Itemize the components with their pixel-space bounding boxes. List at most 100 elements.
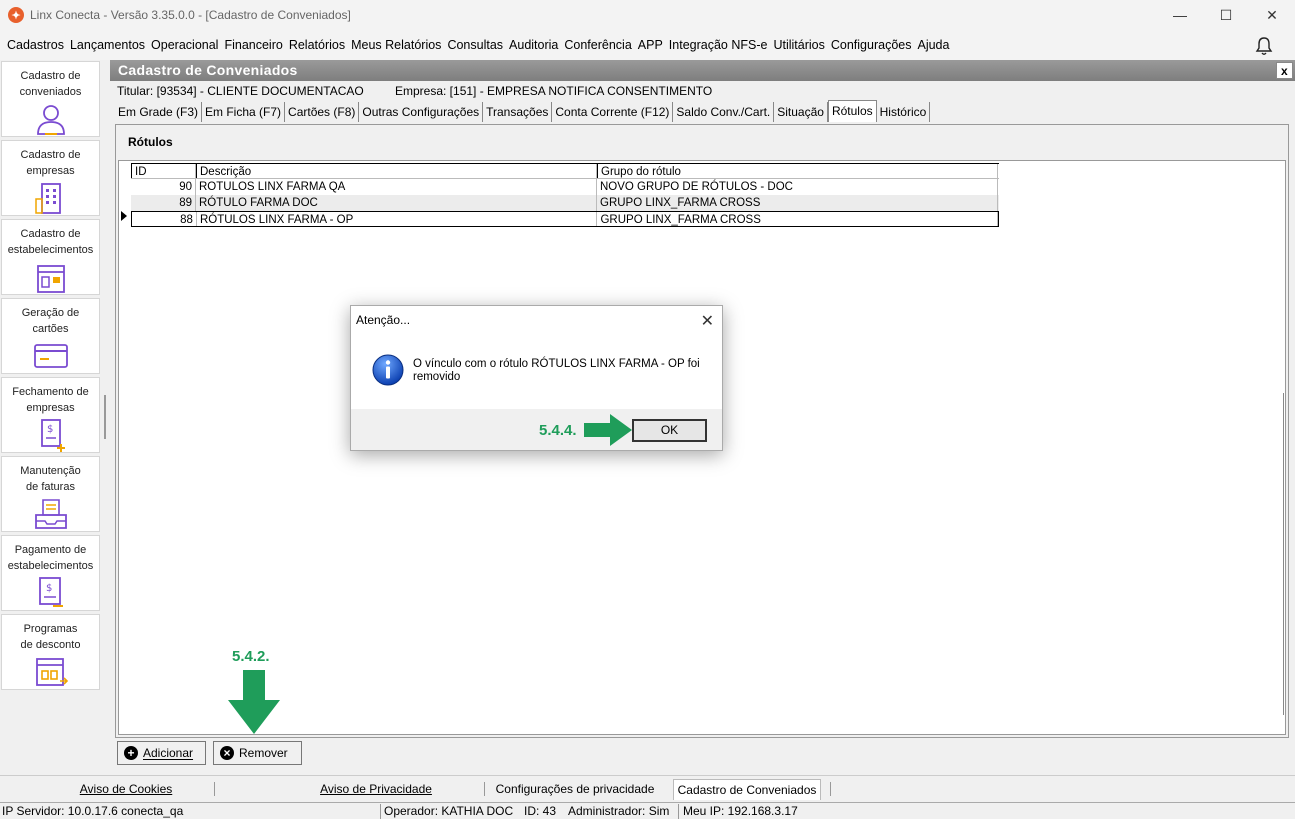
sidebar-splitter[interactable] xyxy=(104,395,106,439)
column-header-id[interactable]: ID xyxy=(131,164,196,178)
footer-tab-configuracoes-privacidade[interactable]: Configurações de privacidade xyxy=(490,779,660,800)
menu-lancamentos[interactable]: Lançamentos xyxy=(67,38,148,52)
menu-cadastros[interactable]: Cadastros xyxy=(4,38,67,52)
sidebar-item-label: estabelecimentos xyxy=(7,560,94,572)
building-icon xyxy=(34,183,61,214)
sidebar-item-cadastro-estabelecimentos[interactable]: Cadastro de estabelecimentos xyxy=(1,219,100,295)
menu-meus-relatorios[interactable]: Meus Relatórios xyxy=(348,38,444,52)
sidebar-item-manutencao-faturas[interactable]: Manutenção de faturas xyxy=(1,456,100,532)
tab-conta-corrente[interactable]: Conta Corrente (F12) xyxy=(552,102,674,122)
ok-button[interactable]: OK xyxy=(632,419,707,442)
tab-situacao[interactable]: Situação xyxy=(774,102,828,122)
discount-icon xyxy=(35,658,68,686)
sidebar-item-cadastro-empresas[interactable]: Cadastro de empresas xyxy=(1,140,100,216)
step-ok-annotation: 5.4.4. xyxy=(539,422,577,439)
footer-tab-cadastro-conveniados[interactable]: Cadastro de Conveniados xyxy=(673,779,821,800)
menu-integracao-nfse[interactable]: Integração NFS-e xyxy=(666,38,771,52)
window-title: Linx Conecta - Versão 3.35.0.0 - [Cadast… xyxy=(30,8,351,22)
menu-operacional[interactable]: Operacional xyxy=(148,38,221,52)
sidebar-item-label: Pagamento de xyxy=(14,544,87,556)
sidebar-item-fechamento-empresas[interactable]: Fechamento de empresas $ xyxy=(1,377,100,453)
form-title: Cadastro de Conveniados xyxy=(118,62,298,78)
close-window-button[interactable]: ✕ xyxy=(1249,0,1295,30)
app-logo-icon: ✦ xyxy=(8,7,24,23)
svg-text:$: $ xyxy=(46,583,52,594)
tab-outras-configuracoes[interactable]: Outras Configurações xyxy=(359,102,484,122)
sidebar-item-label: de faturas xyxy=(26,481,75,493)
plus-icon: + xyxy=(124,746,138,760)
footer-separator xyxy=(830,782,831,796)
footer-link-privacidade[interactable]: Aviso de Privacidade xyxy=(292,779,460,800)
sidebar-item-label: empresas xyxy=(26,165,75,177)
menu-financeiro[interactable]: Financeiro xyxy=(221,38,285,52)
status-separator xyxy=(678,804,679,819)
status-bar: IP Servidor: 10.0.17.6 conecta_qa Operad… xyxy=(0,802,1295,819)
sidebar-item-label: Cadastro de xyxy=(20,70,81,82)
menu-app[interactable]: APP xyxy=(635,38,666,52)
sidebar-item-pagamento-estabelecimentos[interactable]: Pagamento de estabelecimentos $ xyxy=(1,535,100,611)
bell-icon[interactable] xyxy=(1255,36,1273,56)
cell-grupo: GRUPO LINX_FARMA CROSS xyxy=(597,195,998,211)
user-icon xyxy=(36,105,65,135)
panel-title: Rótulos xyxy=(128,135,173,149)
tray-icon xyxy=(34,499,67,529)
tab-saldo-conv-cart[interactable]: Saldo Conv./Cart. xyxy=(673,102,775,122)
footer-link-cookies[interactable]: Aviso de Cookies xyxy=(52,779,200,800)
sidebar-item-cadastro-conveniados[interactable]: Cadastro de conveniados xyxy=(1,61,100,137)
tab-rotulos[interactable]: Rótulos xyxy=(827,100,877,122)
tab-historico[interactable]: Histórico xyxy=(876,102,931,122)
sidebar-item-label: estabelecimentos xyxy=(7,244,94,256)
cell-descricao: RÓTULO FARMA DOC xyxy=(196,195,597,211)
cell-descricao: ROTULOS LINX FARMA QA xyxy=(196,179,597,195)
tab-em-grade[interactable]: Em Grade (F3) xyxy=(115,102,203,122)
status-server: IP Servidor: 10.0.17.6 conecta_qa xyxy=(2,804,184,818)
sidebar-item-programas-desconto[interactable]: Programas de desconto xyxy=(1,614,100,690)
sidebar-item-label: Manutenção xyxy=(20,465,81,477)
sidebar-item-label: conveniados xyxy=(19,86,82,98)
tab-transacoes[interactable]: Transações xyxy=(483,102,553,122)
arrow-right-icon xyxy=(584,414,632,446)
footer-separator xyxy=(214,782,215,796)
status-id: ID: 43 xyxy=(524,804,557,818)
form-close-button[interactable]: x xyxy=(1276,62,1293,79)
cell-id: 90 xyxy=(131,179,196,195)
menu-consultas[interactable]: Consultas xyxy=(444,38,506,52)
remove-button-label: Remover xyxy=(239,746,288,760)
titular-info: Titular: [93534] - CLIENTE DOCUMENTACAO xyxy=(117,84,364,98)
table-row[interactable]: 89 RÓTULO FARMA DOC GRUPO LINX_FARMA CRO… xyxy=(131,195,999,211)
card-icon xyxy=(33,344,68,368)
dialog-close-button[interactable]: ✕ xyxy=(701,311,714,331)
sidebar: Cadastro de conveniados Cadastro de empr… xyxy=(0,60,103,772)
sidebar-item-label: Geração de xyxy=(21,307,80,319)
empresa-info: Empresa: [151] - EMPRESA NOTIFICA CONSEN… xyxy=(395,84,713,98)
minimize-button[interactable]: — xyxy=(1157,0,1203,30)
tab-cartoes[interactable]: Cartões (F8) xyxy=(285,102,360,122)
sidebar-item-label: Fechamento de xyxy=(12,386,89,398)
remove-button[interactable]: × Remover xyxy=(213,741,302,765)
add-button-label: Adicionar xyxy=(143,746,194,760)
status-ip: Meu IP: 192.168.3.17 xyxy=(683,804,798,818)
menu-conferencia[interactable]: Conferência xyxy=(561,38,634,52)
menu-bar: Cadastros Lançamentos Operacional Financ… xyxy=(0,30,1295,60)
tab-bar: Em Grade (F3) Em Ficha (F7) Cartões (F8)… xyxy=(115,100,931,122)
table-row-selected[interactable]: 88 RÓTULOS LINX FARMA - OP GRUPO LINX_FA… xyxy=(131,211,999,227)
sidebar-item-label: de desconto xyxy=(20,639,81,651)
column-header-grupo[interactable]: Grupo do rótulo xyxy=(597,164,998,178)
maximize-button[interactable]: ☐ xyxy=(1203,0,1249,30)
footer-tab-bar: Aviso de Cookies Aviso de Privacidade Co… xyxy=(0,775,1295,800)
grid-header-row: ID Descrição Grupo do rótulo xyxy=(131,163,999,179)
menu-auditoria[interactable]: Auditoria xyxy=(506,38,561,52)
store-icon xyxy=(36,265,65,293)
menu-configuracoes[interactable]: Configurações xyxy=(828,38,915,52)
table-row[interactable]: 90 ROTULOS LINX FARMA QA NOVO GRUPO DE R… xyxy=(131,179,999,195)
menu-relatorios[interactable]: Relatórios xyxy=(286,38,348,52)
column-header-descricao[interactable]: Descrição xyxy=(196,164,597,178)
add-button[interactable]: + Adicionar xyxy=(117,741,206,765)
status-admin: Administrador: Sim xyxy=(568,804,670,818)
arrow-down-icon xyxy=(228,670,280,734)
menu-utilitarios[interactable]: Utilitários xyxy=(770,38,827,52)
sidebar-item-geracao-cartoes[interactable]: Geração de cartões xyxy=(1,298,100,374)
menu-ajuda[interactable]: Ajuda xyxy=(914,38,952,52)
tab-em-ficha[interactable]: Em Ficha (F7) xyxy=(202,102,286,122)
vertical-scrollbar[interactable] xyxy=(1283,393,1284,715)
